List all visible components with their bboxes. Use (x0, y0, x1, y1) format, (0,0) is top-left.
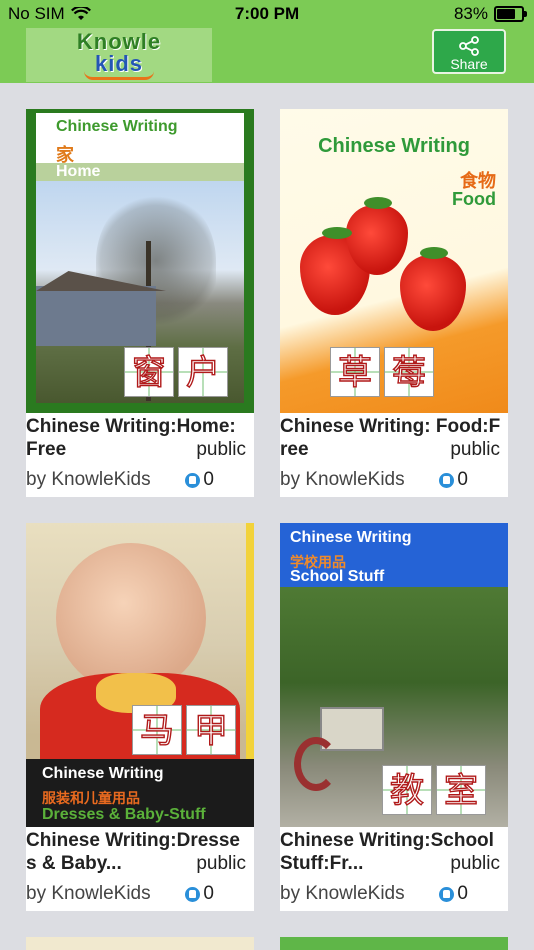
visibility-label: public (196, 439, 246, 460)
book-card-partial[interactable] (26, 937, 254, 950)
status-bar: No SIM 7:00 PM 83% (0, 0, 534, 28)
cover-english: Food (452, 189, 496, 209)
battery-percent: 83% (453, 4, 488, 23)
book-cover[interactable]: Chinese Writing 食物 Food 草 莓 (280, 109, 508, 413)
like-icon (185, 886, 201, 902)
share-label: Share (450, 56, 488, 72)
practice-char-box: 马 (132, 705, 182, 755)
practice-char-box: 莓 (384, 347, 434, 397)
battery-icon (494, 6, 527, 22)
practice-char-box: 草 (330, 347, 380, 397)
like-count[interactable]: 0 (439, 469, 468, 491)
cover-english: Dresses & Baby-Stuff (42, 806, 206, 823)
like-icon (185, 472, 201, 488)
author-label: by KnowleKids (26, 883, 151, 904)
like-icon (439, 886, 455, 902)
nav-bar: Knowle kids Share (0, 28, 534, 83)
practice-char-box: 甲 (186, 705, 236, 755)
cover-heading: Chinese Writing (290, 529, 412, 546)
book-cover[interactable]: Chinese Writing 家 Home 窗 户 (26, 109, 254, 413)
share-button[interactable]: Share (432, 29, 506, 74)
book-card-dresses[interactable]: 马 甲 Chinese Writing 服装和儿童用品 Dresses & Ba… (26, 523, 254, 911)
visibility-label: public (450, 439, 500, 460)
book-card-school[interactable]: Chinese Writing 学校用品 School Stuff 教 室 Ch… (280, 523, 508, 911)
author-label: by KnowleKids (26, 469, 151, 490)
like-count[interactable]: 0 (439, 883, 468, 905)
cover-chinese: 服装和儿童用品 (42, 791, 140, 807)
visibility-label: public (450, 853, 500, 874)
cover-english: School Stuff (290, 568, 385, 585)
cover-english: Home (36, 163, 244, 181)
cover-heading: Chinese Writing (56, 118, 178, 135)
practice-char-box: 窗 (124, 347, 174, 397)
book-cover[interactable]: 马 甲 Chinese Writing 服装和儿童用品 Dresses & Ba… (26, 523, 254, 827)
author-label: by KnowleKids (280, 469, 405, 490)
visibility-label: public (196, 853, 246, 874)
book-card-food[interactable]: Chinese Writing 食物 Food 草 莓 Chinese Writ… (280, 109, 508, 497)
author-label: by KnowleKids (280, 883, 405, 904)
share-icon (459, 36, 479, 56)
book-cover[interactable]: Chinese Writing 学校用品 School Stuff 教 室 (280, 523, 508, 827)
practice-char-box: 室 (436, 765, 486, 815)
cover-heading: Chinese Writing (42, 765, 164, 782)
like-count[interactable]: 0 (185, 883, 214, 905)
practice-char-box: 教 (382, 765, 432, 815)
like-count[interactable]: 0 (185, 469, 214, 491)
cover-heading: Chinese Writing (318, 135, 470, 157)
like-icon (439, 472, 455, 488)
book-card-partial[interactable] (280, 937, 508, 950)
book-card-home[interactable]: Chinese Writing 家 Home 窗 户 Chinese Writi… (26, 109, 254, 497)
practice-char-box: 户 (178, 347, 228, 397)
knowlekids-logo: Knowle kids (26, 28, 212, 82)
